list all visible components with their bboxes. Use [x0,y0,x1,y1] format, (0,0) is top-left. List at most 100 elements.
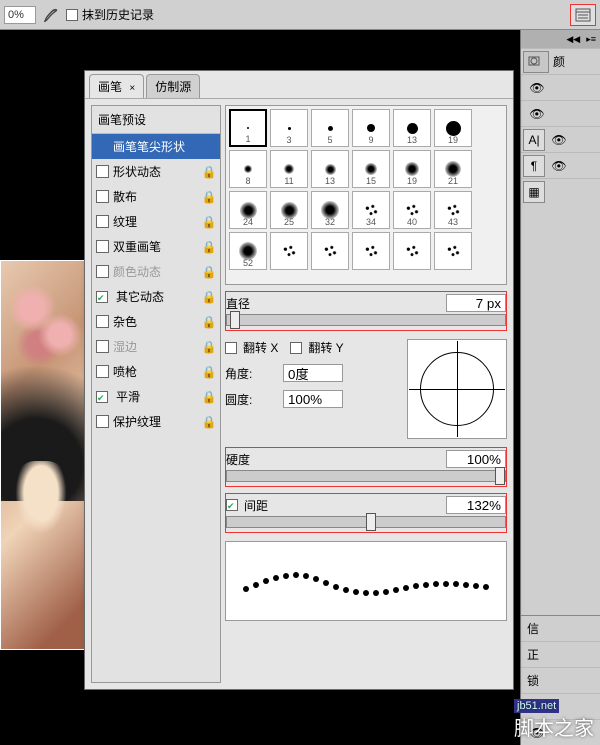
panel-tab-info[interactable]: 信 [523,618,543,639]
opacity-field[interactable] [4,6,36,24]
sidebar-item-tip-shape[interactable]: 画笔笔尖形状 [92,134,220,159]
lock-icon: 🔒 [202,290,216,304]
flip-y-label: 翻转 Y [308,339,343,356]
tab-clone-label: 仿制源 [155,80,191,94]
sidebar-item-shape-dynamics[interactable]: 形状动态🔒 [92,159,220,184]
lock-icon: 🔒 [202,190,216,204]
brush-tip[interactable]: 1 [229,109,267,147]
sidebar-item-noise[interactable]: 杂色🔒 [92,309,220,334]
layers-panel-icon[interactable]: ▦ [523,181,545,203]
eye-icon[interactable]: 👁 [549,156,569,176]
close-icon[interactable]: × [129,83,135,94]
brush-tip[interactable]: 43 [434,191,472,229]
lock-icon: 🔒 [202,265,216,279]
diameter-slider[interactable] [226,314,506,326]
brush-tip[interactable]: 3 [270,109,308,147]
hardness-field[interactable] [446,450,506,468]
brush-tip[interactable]: 8 [229,150,267,188]
sidebar-item-airbrush[interactable]: 喷枪🔒 [92,359,220,384]
sidebar-item-other-dynamics[interactable]: 其它动态🔒 [92,284,220,309]
diameter-label: 直径 [226,295,278,312]
brush-stroke-preview [225,541,507,621]
spacing-section: 间距 [225,493,507,533]
tab-brush-label: 画笔 [98,80,122,94]
brush-tip[interactable]: 15 [352,150,390,188]
right-dock: ◀◀ ▸≡ 颜 👁 👁 A|👁 ¶👁 ▦ 信 正 锁 👁 👁 [520,30,600,745]
diameter-field[interactable] [446,294,506,312]
brush-tip[interactable]: 19 [393,150,431,188]
roundness-field[interactable] [283,390,343,408]
watermark-url: jb51.net [514,699,559,713]
angle-field[interactable] [283,364,343,382]
brush-tip[interactable] [393,232,431,270]
brush-tip[interactable]: 19 [434,109,472,147]
brush-tip[interactable]: 40 [393,191,431,229]
sidebar-item-color-dynamics[interactable]: 颜色动态🔒 [92,259,220,284]
spacing-checkbox[interactable] [226,499,238,511]
brush-tool-icon [40,4,62,26]
watermark-site: 脚本之家 [514,712,594,741]
brush-tip[interactable]: 52 [229,232,267,270]
lock-icon: 🔒 [202,165,216,179]
angle-label: 角度: [225,365,277,382]
history-eraser-checkbox[interactable] [66,9,78,21]
sidebar-item-protect-texture[interactable]: 保护纹理🔒 [92,409,220,434]
eye-icon[interactable]: 👁 [527,78,547,98]
diameter-section: 直径 [225,291,507,331]
hardness-slider[interactable] [226,470,506,482]
sidebar-item-texture[interactable]: 纹理🔒 [92,209,220,234]
brush-tip[interactable] [434,232,472,270]
brush-tip[interactable]: 5 [311,109,349,147]
brush-tip[interactable]: 9 [352,109,390,147]
panel-tab-color[interactable]: 颜 [549,51,569,72]
brush-tip[interactable]: 13 [393,109,431,147]
sidebar-item-wet-edges[interactable]: 湿边🔒 [92,334,220,359]
sidebar-item-presets[interactable]: 画笔预设 [92,106,220,134]
lock-icon: 🔒 [202,390,216,404]
brush-tip-grid: 1 3 5 9 13 19 8 11 13 15 19 21 24 [225,105,507,285]
sidebar-item-smoothing[interactable]: 平滑🔒 [92,384,220,409]
brush-tip[interactable]: 21 [434,150,472,188]
lock-icon: 🔒 [202,415,216,429]
brush-tip[interactable]: 13 [311,150,349,188]
toggle-brushes-panel-button[interactable] [570,4,596,26]
angle-preview[interactable] [407,339,507,439]
sidebar-item-scattering[interactable]: 散布🔒 [92,184,220,209]
hardness-section: 硬度 [225,447,507,487]
lock-label[interactable]: 锁 [523,670,543,691]
dock-color-panel[interactable]: 颜 [521,48,600,74]
flip-x-checkbox[interactable] [225,342,237,354]
brush-tip[interactable] [270,232,308,270]
tab-clone-source[interactable]: 仿制源 [146,74,200,98]
brush-tip[interactable]: 24 [229,191,267,229]
eye-icon[interactable]: 👁 [527,104,547,124]
tab-brush[interactable]: 画笔 × [89,74,144,98]
brush-tip[interactable]: 34 [352,191,390,229]
brush-tip[interactable]: 32 [311,191,349,229]
canvas-image [0,260,88,650]
paragraph-panel-icon[interactable]: ¶ [523,155,545,177]
history-eraser-label: 抹到历史记录 [82,6,154,23]
canvas-decoration [11,461,71,541]
roundness-label: 圆度: [225,391,277,408]
brush-tip[interactable]: 11 [270,150,308,188]
blend-mode-label[interactable]: 正 [523,644,543,665]
brush-settings-area: 1 3 5 9 13 19 8 11 13 15 19 21 24 [225,105,507,683]
dock-menu-icon[interactable]: ▸≡ [586,34,596,45]
dock-back-icon[interactable]: ◀◀ [566,34,580,45]
spacing-slider[interactable] [226,516,506,528]
brush-tip[interactable]: 25 [270,191,308,229]
lock-icon: 🔒 [202,365,216,379]
dock-tab-strip: ◀◀ ▸≡ [521,30,600,48]
eye-icon[interactable]: 👁 [549,130,569,150]
lock-icon: 🔒 [202,315,216,329]
lock-icon: 🔒 [202,340,216,354]
spacing-field[interactable] [446,496,506,514]
brush-tip[interactable] [311,232,349,270]
flip-y-checkbox[interactable] [290,342,302,354]
sidebar-item-dual-brush[interactable]: 双重画笔🔒 [92,234,220,259]
brush-options-sidebar: 画笔预设 画笔笔尖形状 形状动态🔒 散布🔒 纹理🔒 双重画笔🔒 颜色动态🔒 其它… [91,105,221,683]
brush-tip[interactable] [352,232,390,270]
character-panel-icon[interactable]: A| [523,129,545,151]
lock-icon: 🔒 [202,215,216,229]
